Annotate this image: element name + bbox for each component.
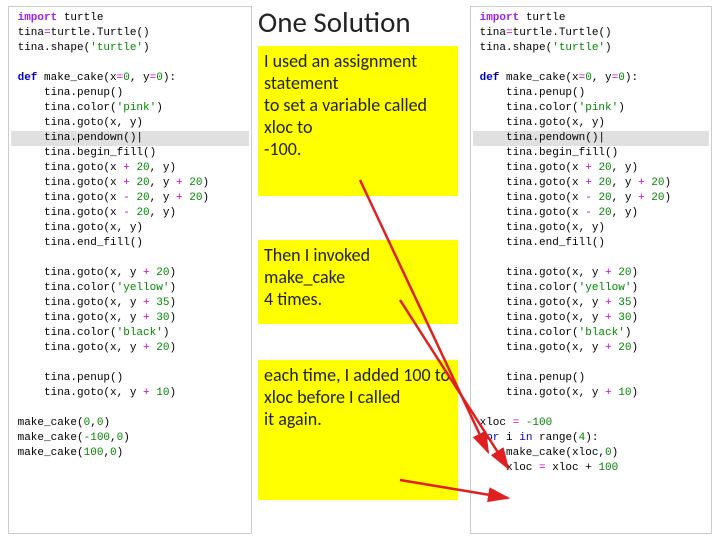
callout-invoke: Then I invoked make_cake4 times.	[258, 240, 458, 324]
code-panel-solution: import turtle tina=turtle.Turtle() tina.…	[470, 6, 712, 534]
code-panel-original: import turtle tina=turtle.Turtle() tina.…	[8, 6, 252, 534]
callout-assignment: I used an assignment statementto set a v…	[258, 46, 458, 196]
slide-title: One Solution	[258, 4, 411, 40]
callout-increment: each time, I added 100 to xloc before I …	[258, 360, 458, 500]
